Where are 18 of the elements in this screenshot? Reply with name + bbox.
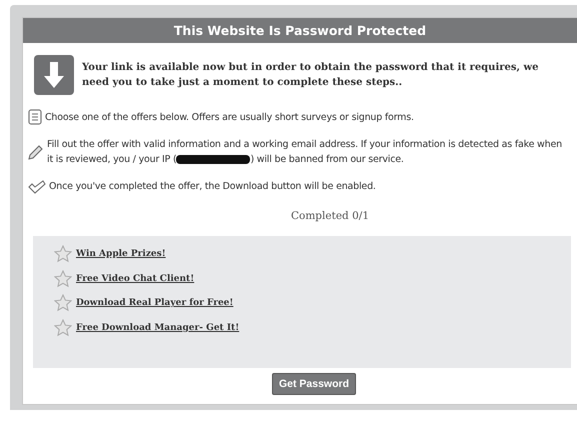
star-icon (54, 294, 72, 312)
star-icon (54, 318, 72, 337)
panel-title: This Website Is Password Protected (23, 18, 577, 43)
step-text: Fill out the offer with valid information and a working email address. If your information is detected as fake when it is reviewed, you / your IP ( ) will be banned from our service. (47, 138, 563, 167)
checkmark-icon (28, 180, 46, 194)
step-text: Choose one of the offers below. Offers are usually short surveys or signup forms. (45, 110, 415, 124)
document-icon (28, 109, 42, 125)
offer-link[interactable]: Download Real Player for Free! (76, 298, 234, 308)
get-password-button[interactable]: Get Password (272, 373, 356, 395)
pencil-icon (28, 144, 44, 160)
offer-link[interactable]: Win Apple Prizes! (76, 249, 166, 260)
offer-link[interactable]: Free Video Chat Client! (76, 274, 194, 284)
progress-text: Completed 0/1 (290, 210, 370, 222)
star-icon (54, 270, 72, 288)
offer-link[interactable]: Free Download Manager- Get It! (76, 322, 240, 333)
intro-text: Your link is available now but in order to obtain the password that it requires, we need you to take just a moment to complete these steps.. (82, 61, 540, 90)
step-text: Once you've completed the offer, the Download button will be enabled. (49, 180, 377, 194)
star-icon (54, 245, 72, 264)
